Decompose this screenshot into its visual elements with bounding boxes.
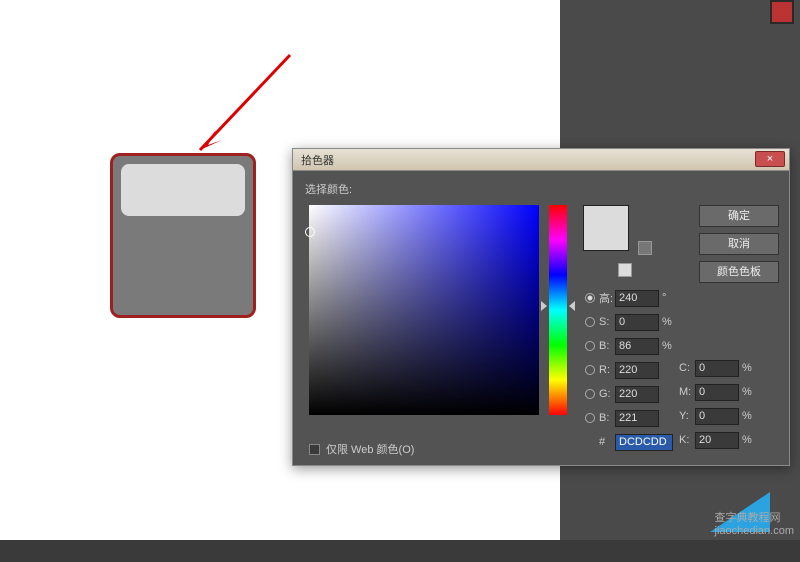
y-label: Y: xyxy=(679,410,695,422)
color-picker-dialog: 拾色器 × 选择颜色: 确定 取消 颜色色板 高: ° S:% B:% R: G:… xyxy=(292,148,790,466)
hue-pointer-right-icon xyxy=(569,301,575,311)
g-radio[interactable] xyxy=(585,389,595,399)
web-colors-row: 仅限 Web 颜色(O) xyxy=(309,441,414,457)
s-unit: % xyxy=(662,316,676,328)
web-colors-checkbox[interactable] xyxy=(309,444,320,455)
s-radio[interactable] xyxy=(585,317,595,327)
r-input[interactable] xyxy=(615,362,659,379)
sv-picker[interactable] xyxy=(309,205,539,415)
k-unit: % xyxy=(742,434,756,446)
b2-label: B: xyxy=(599,412,615,424)
h-input[interactable] xyxy=(615,290,659,307)
swatch-old xyxy=(584,228,628,250)
color-swatch[interactable] xyxy=(583,205,629,251)
ok-button[interactable]: 确定 xyxy=(699,205,779,227)
h-label: 高: xyxy=(599,290,615,306)
drawn-rect-shape[interactable] xyxy=(110,153,256,318)
close-button[interactable]: × xyxy=(755,151,785,167)
h-radio[interactable] xyxy=(585,293,595,303)
dialog-buttons: 确定 取消 颜色色板 xyxy=(699,205,779,289)
h-unit: ° xyxy=(662,292,676,304)
b-label: B: xyxy=(599,340,615,352)
b-input[interactable] xyxy=(615,338,659,355)
dialog-titlebar[interactable]: 拾色器 × xyxy=(293,149,789,171)
hue-slider[interactable] xyxy=(549,205,567,415)
g-input[interactable] xyxy=(615,386,659,403)
b2-radio[interactable] xyxy=(585,413,595,423)
sv-cursor-icon xyxy=(305,227,315,237)
c-input[interactable] xyxy=(695,360,739,377)
select-color-label: 选择颜色: xyxy=(305,181,777,197)
toolbox-icon[interactable] xyxy=(770,0,794,24)
swatches-button[interactable]: 颜色色板 xyxy=(699,261,779,283)
cmyk-fields: C:% M:% Y:% K:% xyxy=(679,357,756,453)
c-unit: % xyxy=(742,362,756,374)
shape-highlight-region xyxy=(121,164,245,216)
status-bar xyxy=(0,540,800,562)
r-label: R: xyxy=(599,364,615,376)
b-unit: % xyxy=(662,340,676,352)
y-unit: % xyxy=(742,410,756,422)
dialog-title: 拾色器 xyxy=(301,155,334,167)
gamut-warning-icon[interactable] xyxy=(638,241,652,255)
s-label: S: xyxy=(599,316,615,328)
cancel-button[interactable]: 取消 xyxy=(699,233,779,255)
y-input[interactable] xyxy=(695,408,739,425)
m-unit: % xyxy=(742,386,756,398)
watermark-line: jiaochedian.com xyxy=(715,525,795,537)
dialog-body: 选择颜色: 确定 取消 颜色色板 高: ° S:% B:% R: G: B: # xyxy=(293,171,789,467)
hex-input[interactable] xyxy=(615,434,673,451)
b2-input[interactable] xyxy=(615,410,659,427)
watermark-text: 查字典教程网 jiaochedian.com xyxy=(715,509,795,537)
web-colors-label: 仅限 Web 颜色(O) xyxy=(326,441,414,457)
m-label: M: xyxy=(679,386,695,398)
hex-label: # xyxy=(599,436,615,448)
r-radio[interactable] xyxy=(585,365,595,375)
c-label: C: xyxy=(679,362,695,374)
b-radio[interactable] xyxy=(585,341,595,351)
hsb-rgb-fields: 高: ° S:% B:% R: G: B: # xyxy=(585,287,676,455)
k-label: K: xyxy=(679,434,695,446)
k-input[interactable] xyxy=(695,432,739,449)
hue-pointer-left-icon xyxy=(541,301,547,311)
g-label: G: xyxy=(599,388,615,400)
watermark-line: 查字典教程网 xyxy=(715,509,795,525)
m-input[interactable] xyxy=(695,384,739,401)
s-input[interactable] xyxy=(615,314,659,331)
websafe-swatch-icon[interactable] xyxy=(618,263,632,277)
swatch-new xyxy=(584,206,628,228)
